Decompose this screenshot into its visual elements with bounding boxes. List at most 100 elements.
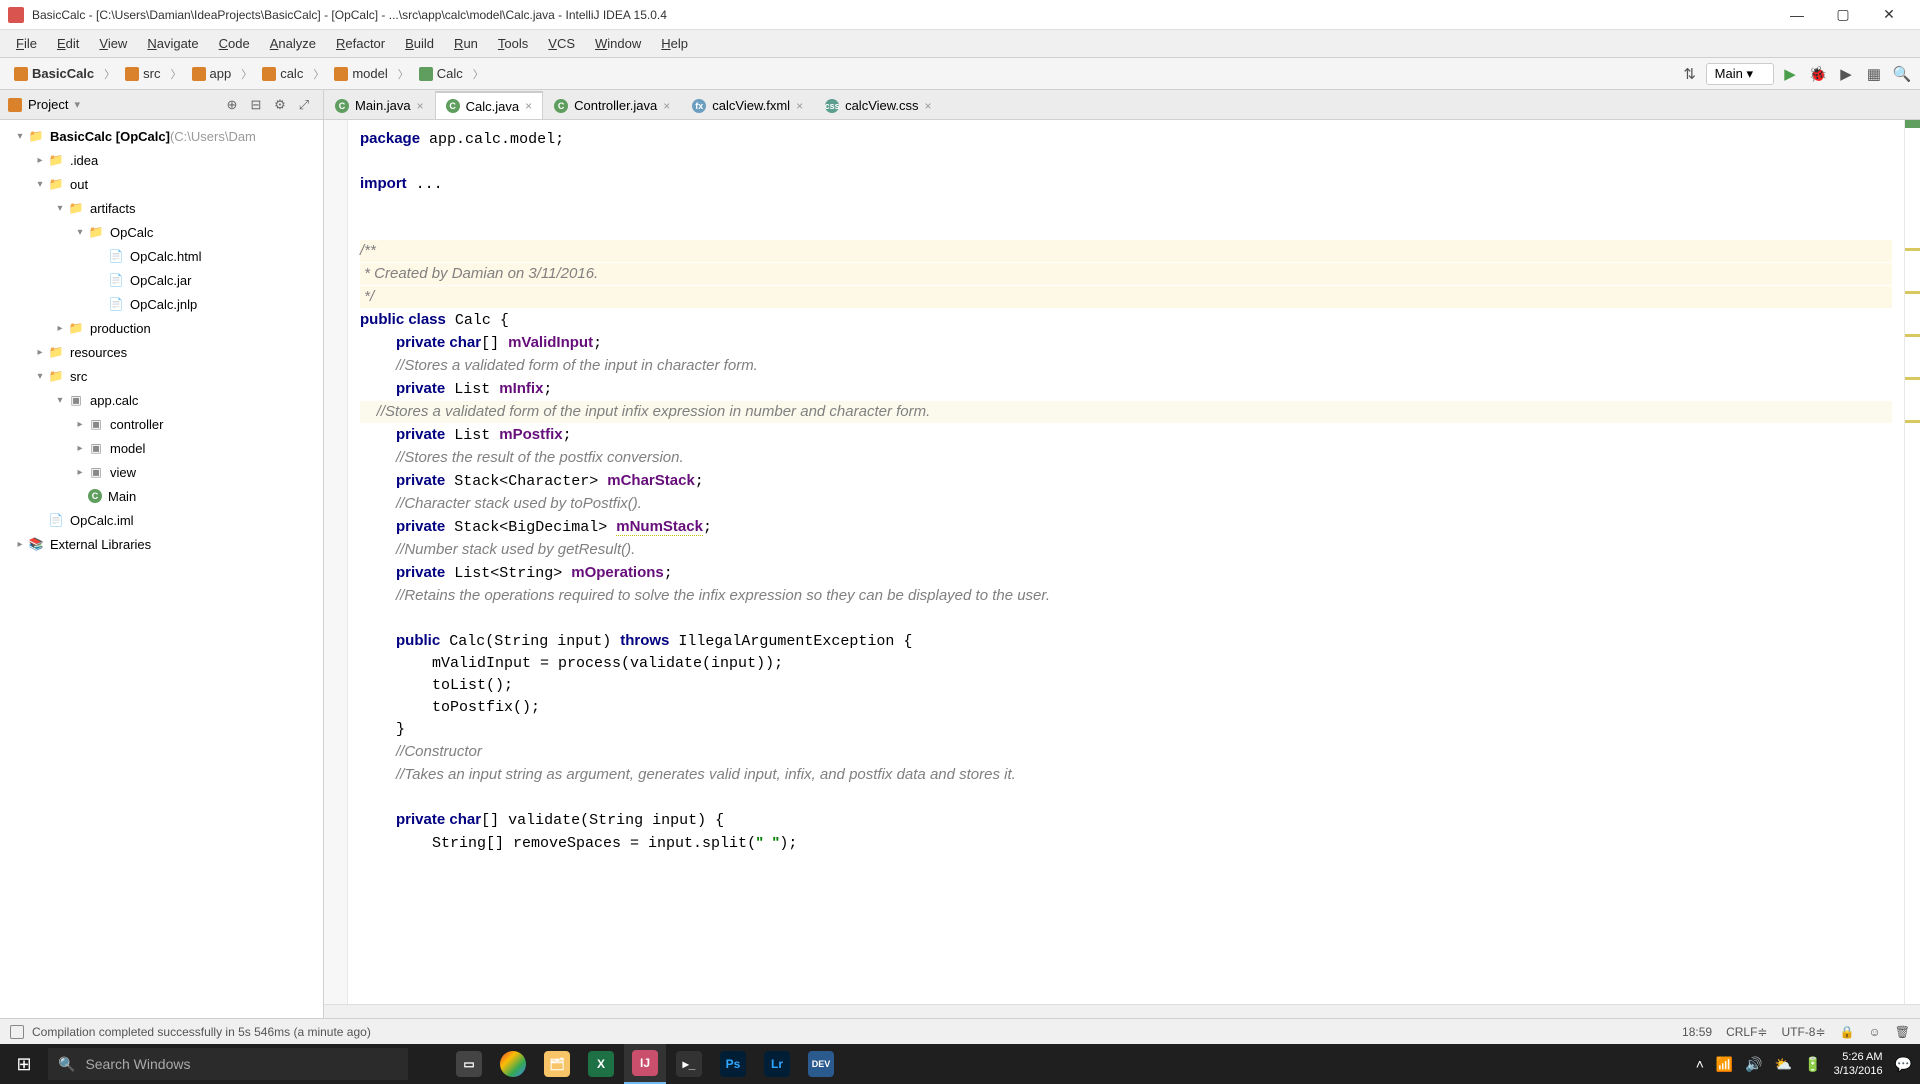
menu-tools[interactable]: Tools xyxy=(488,32,538,55)
project-tree[interactable]: ▾📁BasicCalc [OpCalc] (C:\Users\Dam▸📁.ide… xyxy=(0,120,323,1018)
collapse-icon[interactable]: ⊟ xyxy=(245,94,267,116)
project-icon xyxy=(8,98,22,112)
run-config-select[interactable]: Main ▾ xyxy=(1706,63,1774,85)
breadcrumb-basiccalc[interactable]: BasicCalc xyxy=(6,64,102,83)
tree-item[interactable]: 📄OpCalc.jar xyxy=(0,268,323,292)
menu-window[interactable]: Window xyxy=(585,32,651,55)
photoshop-icon[interactable]: Ps xyxy=(712,1044,754,1084)
tree-item[interactable]: 📄OpCalc.iml xyxy=(0,508,323,532)
intellij-icon[interactable]: IJ xyxy=(624,1044,666,1084)
close-icon[interactable]: × xyxy=(417,99,424,113)
tab-calc-java[interactable]: CCalc.java× xyxy=(435,91,543,119)
breadcrumb-calc[interactable]: Calc xyxy=(411,64,471,83)
run-button[interactable]: ▶ xyxy=(1778,62,1802,86)
tree-item[interactable]: CMain xyxy=(0,484,323,508)
tree-item[interactable]: ▸▣view xyxy=(0,460,323,484)
chrome-icon[interactable] xyxy=(492,1044,534,1084)
task-view-button[interactable]: ▭ xyxy=(448,1044,490,1084)
excel-icon[interactable]: X xyxy=(580,1044,622,1084)
tree-item[interactable]: ▸📁resources xyxy=(0,340,323,364)
lightroom-icon[interactable]: Lr xyxy=(756,1044,798,1084)
volume-icon[interactable]: 🔊 xyxy=(1745,1056,1762,1073)
status-message: Compilation completed successfully in 5s… xyxy=(32,1025,371,1039)
cursor-position: 18:59 xyxy=(1682,1025,1712,1039)
explorer-icon[interactable]: 🗂 xyxy=(536,1044,578,1084)
menu-refactor[interactable]: Refactor xyxy=(326,32,395,55)
sync-icon[interactable]: ⇅ xyxy=(1678,62,1702,86)
minimize-button[interactable]: — xyxy=(1774,0,1820,30)
tray-chevron-icon[interactable]: ˄ xyxy=(1696,1056,1704,1072)
hide-icon[interactable]: ⤢ xyxy=(293,94,315,116)
menu-help[interactable]: Help xyxy=(651,32,698,55)
chevron-right-icon: 〉 xyxy=(241,66,252,82)
tree-item[interactable]: ▸▣controller xyxy=(0,412,323,436)
tab-calcview-css[interactable]: csscalcView.css× xyxy=(814,91,942,119)
window-title: BasicCalc - [C:\Users\Damian\IdeaProject… xyxy=(32,8,1774,22)
code-editor[interactable]: package app.calc.model; import ... /** *… xyxy=(348,120,1904,1004)
tree-item[interactable]: 📄OpCalc.html xyxy=(0,244,323,268)
menu-build[interactable]: Build xyxy=(395,32,444,55)
breadcrumb-src[interactable]: src xyxy=(117,64,168,83)
battery-icon[interactable]: 🔋 xyxy=(1804,1056,1821,1073)
chevron-right-icon: 〉 xyxy=(104,66,115,82)
close-button[interactable]: ✕ xyxy=(1866,0,1912,30)
maximize-button[interactable]: ▢ xyxy=(1820,0,1866,30)
chevron-right-icon: 〉 xyxy=(313,66,324,82)
tree-item[interactable]: ▾📁out xyxy=(0,172,323,196)
tree-item[interactable]: ▸📁.idea xyxy=(0,148,323,172)
marker-column xyxy=(1904,120,1920,1004)
line-separator[interactable]: CRLF≑ xyxy=(1726,1025,1767,1039)
editor-area: CMain.java×CCalc.java×CController.java×f… xyxy=(324,90,1920,1018)
menu-analyze[interactable]: Analyze xyxy=(260,32,326,55)
menu-navigate[interactable]: Navigate xyxy=(137,32,208,55)
tree-item[interactable]: 📄OpCalc.jnlp xyxy=(0,292,323,316)
search-icon: 🔍 xyxy=(58,1056,75,1073)
tree-item[interactable]: ▾▣app.calc xyxy=(0,388,323,412)
menu-run[interactable]: Run xyxy=(444,32,488,55)
start-button[interactable]: ⊞ xyxy=(0,1044,48,1084)
terminal-icon[interactable]: ▸_ xyxy=(668,1044,710,1084)
horizontal-scrollbar[interactable] xyxy=(324,1004,1920,1018)
tree-item[interactable]: ▾📁artifacts xyxy=(0,196,323,220)
breadcrumb-model[interactable]: model xyxy=(326,64,395,83)
tree-item[interactable]: ▸▣model xyxy=(0,436,323,460)
chevron-right-icon: 〉 xyxy=(473,66,484,82)
structure-button[interactable]: ▦ xyxy=(1862,62,1886,86)
debug-button[interactable]: 🐞 xyxy=(1806,62,1830,86)
coverage-button[interactable]: ▶ xyxy=(1834,62,1858,86)
weather-icon[interactable]: ⛅ xyxy=(1775,1056,1792,1073)
tree-item[interactable]: ▸📁production xyxy=(0,316,323,340)
trash-icon[interactable]: 🗑 xyxy=(1895,1025,1910,1039)
menu-file[interactable]: File xyxy=(6,32,47,55)
menu-vcs[interactable]: VCS xyxy=(538,32,585,55)
clock[interactable]: 5:26 AM 3/13/2016 xyxy=(1834,1050,1883,1078)
breadcrumb-calc[interactable]: calc xyxy=(254,64,311,83)
taskbar-search[interactable]: 🔍 Search Windows xyxy=(48,1048,408,1080)
search-button[interactable]: 🔍 xyxy=(1890,62,1914,86)
tree-item[interactable]: ▾📁BasicCalc [OpCalc] (C:\Users\Dam xyxy=(0,124,323,148)
wifi-icon[interactable]: 📶 xyxy=(1716,1056,1733,1073)
close-icon[interactable]: × xyxy=(796,99,803,113)
hector-icon[interactable]: ☺ xyxy=(1869,1025,1881,1039)
menu-view[interactable]: View xyxy=(89,32,137,55)
devcpp-icon[interactable]: DEV xyxy=(800,1044,842,1084)
close-icon[interactable]: × xyxy=(925,99,932,113)
tree-item[interactable]: ▾📁src xyxy=(0,364,323,388)
file-encoding[interactable]: UTF-8≑ xyxy=(1781,1025,1825,1039)
tab-calcview-fxml[interactable]: fxcalcView.fxml× xyxy=(681,91,814,119)
tab-controller-java[interactable]: CController.java× xyxy=(543,91,681,119)
close-icon[interactable]: × xyxy=(525,99,532,113)
close-icon[interactable]: × xyxy=(663,99,670,113)
breadcrumb-app[interactable]: app xyxy=(184,64,240,83)
menu-code[interactable]: Code xyxy=(209,32,260,55)
tree-item[interactable]: ▸📚External Libraries xyxy=(0,532,323,556)
autoscroll-icon[interactable]: ⊕ xyxy=(221,94,243,116)
tree-item[interactable]: ▾📁OpCalc xyxy=(0,220,323,244)
settings-icon[interactable]: ⚙ xyxy=(269,94,291,116)
titlebar: BasicCalc - [C:\Users\Damian\IdeaProject… xyxy=(0,0,1920,30)
lock-icon[interactable]: 🔒 xyxy=(1840,1025,1855,1039)
notifications-icon[interactable]: 💬 xyxy=(1895,1056,1912,1073)
app-icon xyxy=(8,7,24,23)
tab-main-java[interactable]: CMain.java× xyxy=(324,91,435,119)
menu-edit[interactable]: Edit xyxy=(47,32,89,55)
